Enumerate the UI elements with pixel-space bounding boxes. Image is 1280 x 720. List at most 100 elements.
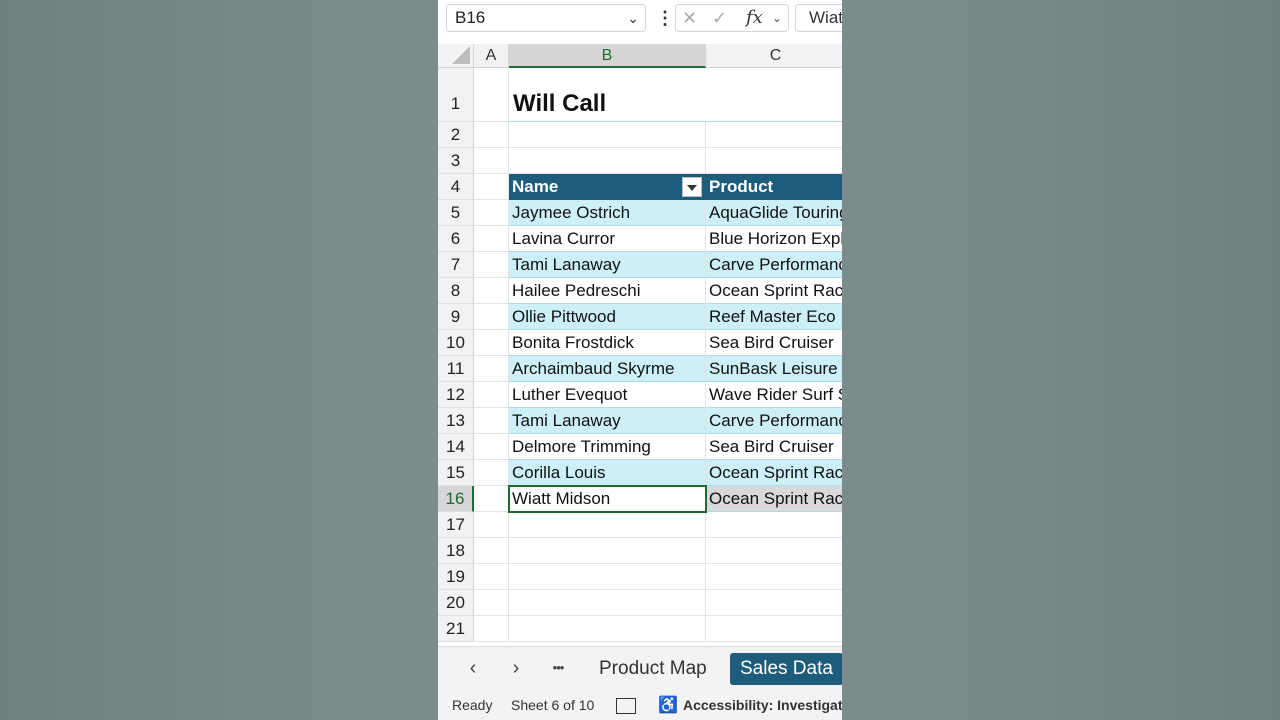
cell-b19[interactable] bbox=[509, 564, 706, 590]
row-header-11[interactable]: 11 bbox=[438, 356, 474, 382]
table-cell-name[interactable]: Bonita Frostdick bbox=[509, 330, 706, 356]
table-cell-product[interactable]: AquaGlide Touring bbox=[706, 200, 842, 226]
row-header-4[interactable]: 4 bbox=[438, 174, 474, 200]
macro-recording-icon[interactable] bbox=[616, 698, 636, 714]
column-header-c[interactable]: C bbox=[706, 44, 842, 68]
cell-a14[interactable] bbox=[474, 434, 509, 460]
prev-sheet-button[interactable]: ‹ bbox=[459, 655, 487, 683]
row-header-12[interactable]: 12 bbox=[438, 382, 474, 408]
cell-c18[interactable] bbox=[706, 538, 842, 564]
cell-b20[interactable] bbox=[509, 590, 706, 616]
table-cell-product[interactable]: Carve Performance bbox=[706, 252, 842, 278]
cell-c2[interactable] bbox=[706, 122, 842, 148]
table-cell-product[interactable]: Ocean Sprint Racer bbox=[706, 278, 842, 304]
cell-c17[interactable] bbox=[706, 512, 842, 538]
status-accessibility[interactable]: Accessibility: Investigate bbox=[683, 697, 842, 713]
chevron-down-icon[interactable]: ⌄ bbox=[772, 5, 782, 31]
cell-a10[interactable] bbox=[474, 330, 509, 356]
table-cell-product[interactable]: Ocean Sprint Racer bbox=[706, 486, 842, 512]
table-cell-name[interactable]: Jaymee Ostrich bbox=[509, 200, 706, 226]
cell-a5[interactable] bbox=[474, 200, 509, 226]
cell-a18[interactable] bbox=[474, 538, 509, 564]
accessibility-icon[interactable]: ♿ bbox=[658, 695, 678, 715]
cell-a12[interactable] bbox=[474, 382, 509, 408]
table-cell-name[interactable]: Hailee Pedreschi bbox=[509, 278, 706, 304]
row-header-14[interactable]: 14 bbox=[438, 434, 474, 460]
row-header-16[interactable]: 16 bbox=[438, 486, 474, 512]
cell-a8[interactable] bbox=[474, 278, 509, 304]
table-cell-product[interactable]: Carve Performance bbox=[706, 408, 842, 434]
filter-dropdown-button[interactable] bbox=[682, 177, 702, 197]
column-header-b[interactable]: B bbox=[509, 44, 706, 68]
name-box[interactable]: B16 ⌄ bbox=[446, 4, 646, 32]
table-header-name[interactable]: Name bbox=[509, 174, 706, 200]
cell-a1[interactable] bbox=[474, 68, 509, 122]
cell-a4[interactable] bbox=[474, 174, 509, 200]
chevron-down-icon[interactable]: ⌄ bbox=[627, 5, 639, 31]
worksheet-grid[interactable]: A B C 1 Will Call 2 3 4 Name Product 5 Jaymee Os… bbox=[438, 44, 842, 644]
cell-c3[interactable] bbox=[706, 148, 842, 174]
row-header-20[interactable]: 20 bbox=[438, 590, 474, 616]
cell-a6[interactable] bbox=[474, 226, 509, 252]
cell-b3[interactable] bbox=[509, 148, 706, 174]
row-header-1[interactable]: 1 bbox=[438, 68, 474, 122]
cell-b21[interactable] bbox=[509, 616, 706, 642]
table-cell-product[interactable]: Sea Bird Cruiser bbox=[706, 434, 842, 460]
select-all-button[interactable] bbox=[438, 44, 474, 68]
cell-a21[interactable] bbox=[474, 616, 509, 642]
cell-c21[interactable] bbox=[706, 616, 842, 642]
cell-a15[interactable] bbox=[474, 460, 509, 486]
row-header-13[interactable]: 13 bbox=[438, 408, 474, 434]
cell-a11[interactable] bbox=[474, 356, 509, 382]
row-header-15[interactable]: 15 bbox=[438, 460, 474, 486]
row-header-5[interactable]: 5 bbox=[438, 200, 474, 226]
cell-b17[interactable] bbox=[509, 512, 706, 538]
cell-c20[interactable] bbox=[706, 590, 842, 616]
row-header-17[interactable]: 17 bbox=[438, 512, 474, 538]
table-cell-product[interactable]: Wave Rider Surf Ski bbox=[706, 382, 842, 408]
cell-a16[interactable] bbox=[474, 486, 509, 512]
tab-sales-data[interactable]: Sales Data bbox=[730, 653, 842, 685]
row-header-10[interactable]: 10 bbox=[438, 330, 474, 356]
row-header-7[interactable]: 7 bbox=[438, 252, 474, 278]
row-header-6[interactable]: 6 bbox=[438, 226, 474, 252]
table-cell-name[interactable]: Tami Lanaway bbox=[509, 408, 706, 434]
enter-icon[interactable]: ✓ bbox=[712, 5, 727, 31]
table-cell-name[interactable]: Wiatt Midson bbox=[509, 486, 706, 512]
table-cell-product[interactable]: Reef Master Eco bbox=[706, 304, 842, 330]
row-header-21[interactable]: 21 bbox=[438, 616, 474, 642]
table-header-product[interactable]: Product bbox=[706, 174, 842, 200]
row-header-9[interactable]: 9 bbox=[438, 304, 474, 330]
next-sheet-button[interactable]: › bbox=[502, 655, 530, 683]
sheet-title[interactable]: Will Call bbox=[509, 68, 706, 122]
cell-a9[interactable] bbox=[474, 304, 509, 330]
cell-a20[interactable] bbox=[474, 590, 509, 616]
fx-icon[interactable]: fx bbox=[746, 5, 763, 31]
row-header-19[interactable]: 19 bbox=[438, 564, 474, 590]
row-header-2[interactable]: 2 bbox=[438, 122, 474, 148]
table-cell-name[interactable]: Luther Evequot bbox=[509, 382, 706, 408]
cell-b2[interactable] bbox=[509, 122, 706, 148]
cell-c1[interactable] bbox=[706, 68, 842, 122]
column-header-a[interactable]: A bbox=[474, 44, 509, 68]
table-cell-product[interactable]: SunBask Leisure bbox=[706, 356, 842, 382]
table-cell-product[interactable]: Sea Bird Cruiser bbox=[706, 330, 842, 356]
table-cell-name[interactable]: Archaimbaud Skyrme bbox=[509, 356, 706, 382]
table-cell-product[interactable]: Ocean Sprint Racer bbox=[706, 460, 842, 486]
cell-b18[interactable] bbox=[509, 538, 706, 564]
table-cell-name[interactable]: Delmore Trimming bbox=[509, 434, 706, 460]
cell-a3[interactable] bbox=[474, 148, 509, 174]
formula-input[interactable]: Wiatt Midson bbox=[795, 4, 842, 32]
cell-a13[interactable] bbox=[474, 408, 509, 434]
cell-c19[interactable] bbox=[706, 564, 842, 590]
table-cell-name[interactable]: Lavina Curror bbox=[509, 226, 706, 252]
more-vertical-icon[interactable]: ⋮ bbox=[656, 6, 674, 30]
cell-a19[interactable] bbox=[474, 564, 509, 590]
table-cell-name[interactable]: Ollie Pittwood bbox=[509, 304, 706, 330]
more-sheets-button[interactable]: ••• bbox=[544, 655, 572, 683]
table-cell-product[interactable]: Blue Horizon Explorer bbox=[706, 226, 842, 252]
table-cell-name[interactable]: Tami Lanaway bbox=[509, 252, 706, 278]
row-header-18[interactable]: 18 bbox=[438, 538, 474, 564]
cancel-icon[interactable]: ✕ bbox=[682, 5, 697, 31]
cell-a7[interactable] bbox=[474, 252, 509, 278]
